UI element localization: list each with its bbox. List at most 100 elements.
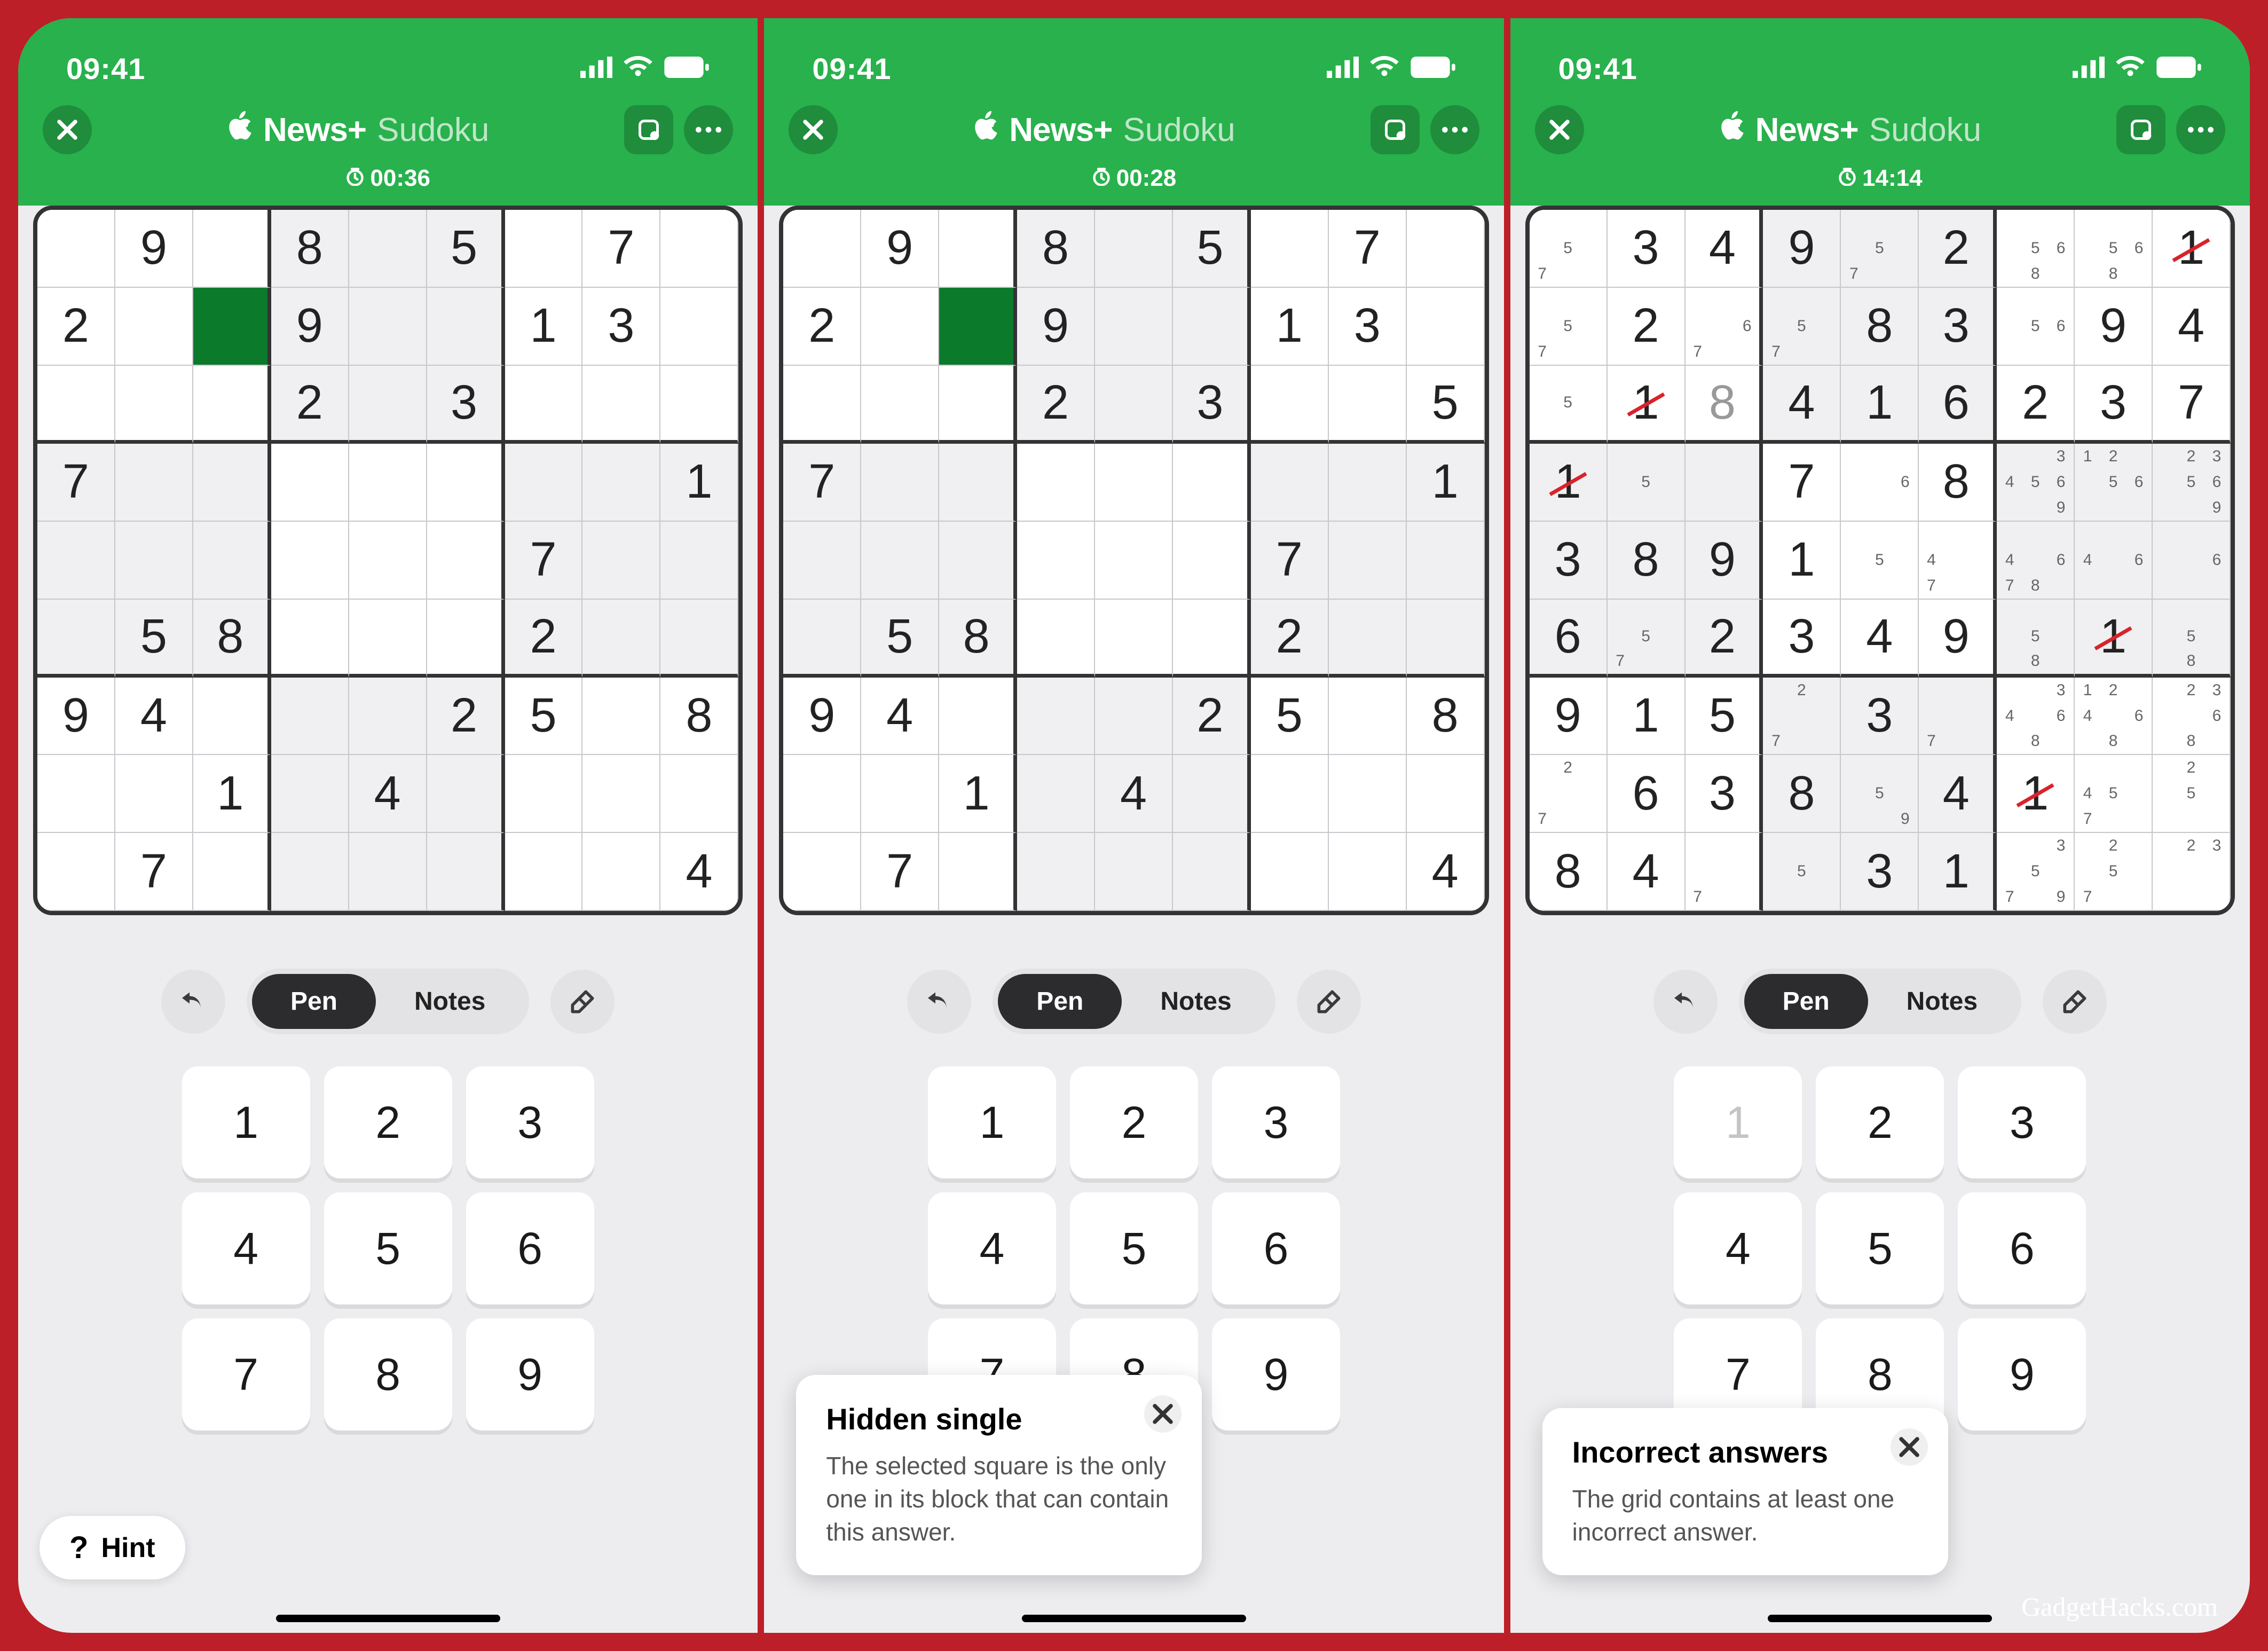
cell-2-7[interactable] <box>1329 366 1407 444</box>
key-5[interactable]: 5 <box>1816 1192 1944 1304</box>
cell-5-5[interactable]: 9 <box>1919 600 1997 678</box>
cell-5-2[interactable]: 8 <box>939 600 1017 678</box>
close-button[interactable] <box>43 105 92 154</box>
cell-0-6[interactable] <box>1251 210 1329 288</box>
cell-1-3[interactable]: 9 <box>1017 288 1095 366</box>
key-8[interactable]: 8 <box>324 1318 452 1430</box>
cell-4-0[interactable]: 3 <box>1530 522 1608 600</box>
cell-0-4[interactable] <box>349 210 427 288</box>
cell-2-7[interactable]: 3 <box>2075 366 2153 444</box>
cell-6-7[interactable]: 12468 <box>2075 678 2153 756</box>
more-button[interactable] <box>684 105 733 154</box>
cell-8-1[interactable]: 7 <box>115 833 193 911</box>
cell-4-6[interactable]: 7 <box>505 522 583 600</box>
cell-7-4[interactable]: 4 <box>349 755 427 833</box>
cell-5-3[interactable] <box>271 600 349 678</box>
key-6[interactable]: 6 <box>1958 1192 2086 1304</box>
cell-3-8[interactable]: 1 <box>660 444 738 522</box>
cell-8-3[interactable]: 5 <box>1763 833 1841 911</box>
key-1[interactable]: 1 <box>182 1066 310 1178</box>
cell-0-0[interactable] <box>783 210 861 288</box>
cell-2-4[interactable] <box>1095 366 1173 444</box>
key-9[interactable]: 9 <box>1212 1318 1340 1430</box>
cell-6-1[interactable]: 1 <box>1608 678 1686 756</box>
cell-5-4[interactable]: 4 <box>1841 600 1919 678</box>
cell-5-1[interactable]: 5 <box>115 600 193 678</box>
share-button[interactable] <box>624 105 673 154</box>
cell-7-0[interactable]: 27 <box>1530 755 1608 833</box>
cell-6-0[interactable]: 9 <box>1530 678 1608 756</box>
cell-4-4[interactable] <box>1095 522 1173 600</box>
mode-toggle[interactable]: PenNotes <box>993 969 1275 1034</box>
cell-2-6[interactable] <box>505 366 583 444</box>
cell-0-4[interactable] <box>1095 210 1173 288</box>
cell-3-2[interactable] <box>1686 444 1763 522</box>
cell-6-6[interactable]: 3468 <box>1997 678 2075 756</box>
cell-1-7[interactable]: 9 <box>2075 288 2153 366</box>
cell-6-7[interactable] <box>1329 678 1407 756</box>
cell-1-4[interactable] <box>349 288 427 366</box>
cell-8-6[interactable] <box>505 833 583 911</box>
cell-2-2[interactable] <box>193 366 271 444</box>
home-indicator[interactable] <box>276 1615 500 1622</box>
cell-4-3[interactable] <box>1017 522 1095 600</box>
cell-1-5[interactable] <box>1173 288 1251 366</box>
cell-2-0[interactable]: 5 <box>1530 366 1608 444</box>
cell-6-5[interactable]: 7 <box>1919 678 1997 756</box>
cell-7-5[interactable]: 4 <box>1919 755 1997 833</box>
cell-0-2[interactable] <box>939 210 1017 288</box>
cell-5-8[interactable] <box>660 600 738 678</box>
cell-5-0[interactable]: 6 <box>1530 600 1608 678</box>
cell-1-4[interactable] <box>1095 288 1173 366</box>
cell-0-8[interactable] <box>1407 210 1485 288</box>
cell-6-7[interactable] <box>582 678 660 756</box>
key-4[interactable]: 4 <box>1674 1192 1802 1304</box>
erase-button[interactable] <box>1297 970 1361 1034</box>
close-button[interactable] <box>1535 105 1584 154</box>
cell-3-5[interactable] <box>427 444 505 522</box>
cell-7-2[interactable]: 3 <box>1686 755 1763 833</box>
cell-0-0[interactable]: 57 <box>1530 210 1608 288</box>
share-button[interactable] <box>2116 105 2165 154</box>
cell-8-7[interactable] <box>582 833 660 911</box>
cell-4-0[interactable] <box>783 522 861 600</box>
cell-1-7[interactable]: 3 <box>582 288 660 366</box>
cell-5-0[interactable] <box>783 600 861 678</box>
undo-button[interactable] <box>161 970 225 1034</box>
cell-3-3[interactable]: 7 <box>1763 444 1841 522</box>
hint-button[interactable]: ?Hint <box>40 1516 185 1579</box>
cell-8-3[interactable] <box>1017 833 1095 911</box>
cell-2-4[interactable]: 1 <box>1841 366 1919 444</box>
cell-7-1[interactable]: 6 <box>1608 755 1686 833</box>
cell-2-0[interactable] <box>37 366 115 444</box>
cell-4-5[interactable] <box>1173 522 1251 600</box>
cell-8-7[interactable]: 257 <box>2075 833 2153 911</box>
close-button[interactable] <box>789 105 838 154</box>
cell-4-0[interactable] <box>37 522 115 600</box>
cell-6-2[interactable]: 5 <box>1686 678 1763 756</box>
cell-6-4[interactable] <box>349 678 427 756</box>
cell-8-4[interactable] <box>1095 833 1173 911</box>
cell-2-1[interactable] <box>861 366 939 444</box>
cell-7-6[interactable] <box>505 755 583 833</box>
cell-5-4[interactable] <box>349 600 427 678</box>
cell-7-6[interactable] <box>1251 755 1329 833</box>
cell-6-8[interactable]: 8 <box>1407 678 1485 756</box>
key-3[interactable]: 3 <box>1958 1066 2086 1178</box>
cell-0-6[interactable]: 568 <box>1997 210 2075 288</box>
cell-2-5[interactable]: 3 <box>1173 366 1251 444</box>
cell-0-4[interactable]: 57 <box>1841 210 1919 288</box>
cell-1-6[interactable]: 1 <box>505 288 583 366</box>
cell-4-8[interactable] <box>660 522 738 600</box>
cell-1-6[interactable]: 1 <box>1251 288 1329 366</box>
cell-3-7[interactable]: 1256 <box>2075 444 2153 522</box>
cell-2-6[interactable] <box>1251 366 1329 444</box>
cell-4-5[interactable]: 47 <box>1919 522 1997 600</box>
cell-2-3[interactable]: 2 <box>271 366 349 444</box>
cell-2-5[interactable]: 3 <box>427 366 505 444</box>
cell-3-6[interactable] <box>505 444 583 522</box>
cell-5-8[interactable]: 58 <box>2153 600 2231 678</box>
cell-6-1[interactable]: 4 <box>115 678 193 756</box>
more-button[interactable] <box>1430 105 1479 154</box>
cell-1-0[interactable]: 2 <box>37 288 115 366</box>
